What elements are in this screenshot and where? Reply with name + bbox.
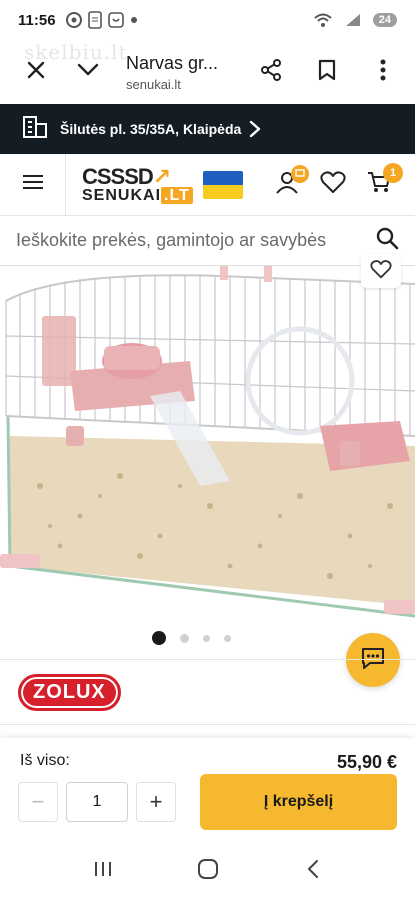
- menu-button[interactable]: [0, 153, 66, 216]
- logo-bottom-text: SENUKAI .LT: [82, 186, 193, 204]
- tab-title-block: Narvas gr... senukai.lt: [114, 53, 245, 92]
- more-icon: [380, 59, 386, 86]
- back-icon: [306, 859, 320, 884]
- quantity-field[interactable]: 1: [66, 782, 128, 822]
- status-bar: 11:56 24: [0, 0, 415, 40]
- bookmark-button[interactable]: [301, 46, 353, 98]
- back-button[interactable]: [288, 851, 338, 891]
- site-header: CSSSD↗ SENUKAI .LT 1: [0, 153, 415, 216]
- search-icon: [375, 226, 399, 255]
- wishlist-button[interactable]: [315, 167, 351, 203]
- share-icon: [260, 58, 282, 86]
- browser-tab-header: Narvas gr... senukai.lt: [0, 40, 415, 104]
- gallery-dot[interactable]: [180, 633, 189, 643]
- store-icon: [22, 114, 48, 145]
- senukai-logo[interactable]: CSSSD↗ SENUKAI .LT: [82, 163, 243, 204]
- store-location-bar[interactable]: Šilutės pl. 35/35A, Klaipėda: [0, 104, 415, 154]
- home-icon: [197, 858, 219, 885]
- recent-apps-button[interactable]: [78, 851, 128, 891]
- share-button[interactable]: [245, 46, 297, 98]
- close-icon: [26, 60, 46, 85]
- cart-button[interactable]: 1: [361, 162, 403, 203]
- search-input[interactable]: [0, 215, 359, 266]
- total-label: Iš viso:: [20, 752, 70, 769]
- cart-count-badge: 1: [383, 162, 403, 183]
- logo-domain-text: .LT: [161, 186, 193, 204]
- bookmark-icon: [318, 59, 336, 86]
- home-button[interactable]: [183, 851, 233, 891]
- gallery-pagination: [152, 631, 231, 645]
- status-time: 11:56: [18, 11, 56, 29]
- document-icon: [87, 11, 102, 29]
- chrome-icon: [65, 12, 82, 28]
- battery-indicator: 24: [372, 13, 397, 27]
- brand-row: ZOLUX: [0, 659, 415, 725]
- wifi-icon: [313, 12, 333, 28]
- account-button[interactable]: [269, 164, 309, 203]
- collapse-button[interactable]: [62, 46, 114, 98]
- gallery-dot[interactable]: [203, 634, 210, 642]
- logo-brand-text: SENUKAI: [82, 186, 162, 204]
- chevron-down-icon: [77, 63, 99, 82]
- product-wishlist-button[interactable]: [361, 254, 401, 288]
- logo-top-text: CSSSD↗: [82, 163, 193, 189]
- recent-apps-icon: [93, 860, 113, 883]
- logo-mark-text: CSSSD: [82, 163, 154, 189]
- close-button[interactable]: [10, 46, 62, 98]
- gallery-dot[interactable]: [152, 631, 166, 645]
- ukraine-flag-icon: [202, 170, 243, 199]
- search-bar: [0, 215, 415, 266]
- product-image[interactable]: [0, 266, 415, 626]
- menu-icon: [22, 174, 44, 195]
- quantity-stepper: − 1 +: [18, 782, 176, 822]
- store-address: Šilutės pl. 35/35A, Klaipėda: [60, 121, 242, 137]
- tab-url: senukai.lt: [126, 76, 181, 92]
- brand-logo[interactable]: ZOLUX: [18, 673, 121, 711]
- decrease-quantity-button[interactable]: −: [18, 782, 58, 822]
- chevron-right-icon: [249, 120, 261, 138]
- purchase-bar: Iš viso: 55,90 € − 1 + Į krepšelį: [0, 738, 415, 842]
- add-to-cart-button[interactable]: Į krepšelį: [200, 774, 397, 830]
- increase-quantity-button[interactable]: +: [136, 782, 176, 822]
- heart-icon: [320, 170, 346, 199]
- logo-arrow-icon: ↗: [152, 163, 171, 189]
- signal-icon: [345, 13, 361, 27]
- app-icon: [107, 12, 124, 28]
- heart-icon: [370, 259, 392, 284]
- system-nav-bar: [0, 842, 415, 900]
- message-badge-icon: [291, 164, 309, 183]
- total-price: 55,90 €: [336, 752, 397, 772]
- more-options-button[interactable]: [357, 46, 409, 98]
- gallery-dot[interactable]: [224, 634, 231, 642]
- notification-dot-icon: [130, 16, 138, 24]
- tab-title: Narvas gr...: [126, 52, 219, 73]
